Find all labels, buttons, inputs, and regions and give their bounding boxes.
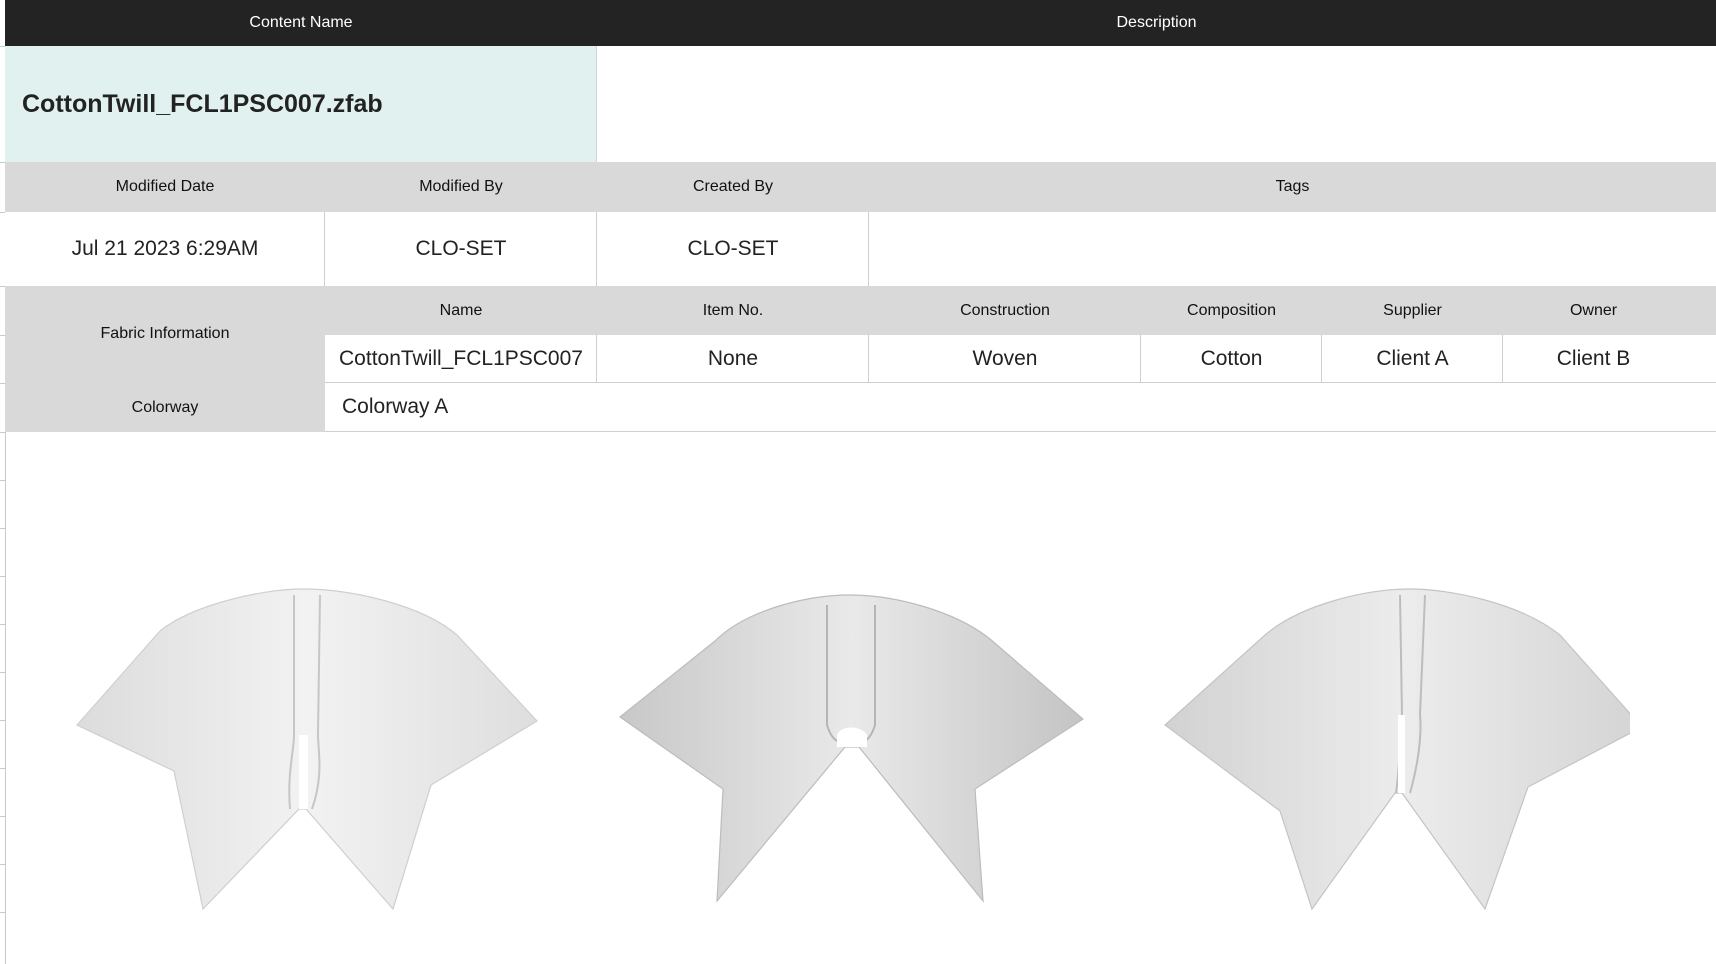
drape-image (1164, 588, 1643, 911)
construction-header: Construction (960, 302, 1050, 319)
fabric-drape-preview-back (605, 575, 1085, 915)
fabric-header-row: Name Item No. Construction Composition S… (325, 286, 1716, 335)
row-tick (0, 432, 5, 433)
row-tick (0, 528, 5, 529)
colorway-value: Colorway A (342, 395, 449, 418)
owner-value: Client B (1556, 347, 1631, 370)
row-tick (0, 912, 5, 913)
composition-header: Composition (1187, 302, 1276, 319)
cell-divider (324, 212, 325, 286)
drape-image (76, 588, 538, 911)
fabric-information-label: Fabric Information (100, 325, 230, 342)
file-name: CottonTwill_FCL1PSC007.zfab (22, 90, 383, 118)
colorway-label: Colorway (131, 399, 199, 416)
content-name-cell: CottonTwill_FCL1PSC007.zfab (5, 46, 597, 162)
modified-date-header: Modified Date (115, 178, 215, 195)
created-by-value: CLO-SET (687, 237, 779, 260)
fabric-drape-preview-side (1150, 575, 1643, 915)
row-tick (0, 480, 5, 481)
item-no-header: Item No. (702, 302, 764, 319)
meta-header-row: Modified Date Modified By Created By Tag… (5, 162, 1716, 212)
content-name-header: Content Name (249, 14, 353, 31)
description-header: Description (1116, 14, 1197, 31)
fabric-name-header: Name (439, 302, 483, 319)
row-tick (0, 816, 5, 817)
row-tick (0, 720, 5, 721)
item-no-value: None (707, 347, 759, 370)
row-tick (0, 624, 5, 625)
cell-divider (868, 212, 869, 286)
cell-divider (596, 212, 597, 286)
modified-by-value: CLO-SET (415, 237, 507, 260)
modified-date-value: Jul 21 2023 6:29AM (71, 237, 259, 260)
row-tick (0, 672, 5, 673)
meta-value-row: Jul 21 2023 6:29AM CLO-SET CLO-SET (5, 212, 1716, 286)
table-header-bar: Content Name Description (5, 0, 1716, 46)
drape-image (618, 594, 1084, 903)
owner-header: Owner (1569, 302, 1618, 319)
row-tick (0, 576, 5, 577)
tags-header: Tags (1275, 178, 1310, 195)
row-divider (325, 431, 1716, 432)
colorway-value-cell: Colorway A (325, 383, 1716, 432)
row-tick (0, 864, 5, 865)
fabric-drape-preview-front (62, 575, 542, 915)
supplier-header: Supplier (1383, 302, 1442, 319)
fabric-name-value: CottonTwill_FCL1PSC007 (339, 347, 583, 370)
cell-divider (1140, 335, 1141, 383)
row-tick (0, 768, 5, 769)
composition-value: Cotton (1200, 347, 1263, 370)
cell-divider (868, 335, 869, 383)
description-cell (597, 46, 1716, 162)
modified-by-header: Modified By (419, 178, 503, 195)
fabric-label-block: Fabric Information Colorway (5, 286, 325, 432)
supplier-value: Client A (1376, 347, 1449, 370)
cell-divider (1502, 335, 1503, 383)
construction-value: Woven (972, 347, 1038, 370)
fabric-value-row: CottonTwill_FCL1PSC007 None Woven Cotton… (325, 335, 1716, 383)
cell-divider (1321, 335, 1322, 383)
cell-divider (596, 335, 597, 383)
created-by-header: Created By (692, 178, 774, 195)
